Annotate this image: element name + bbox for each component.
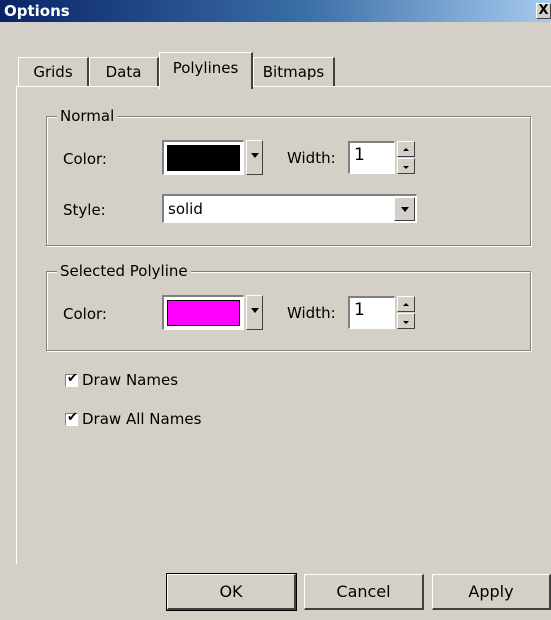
checkmark-icon: ✔ — [67, 371, 78, 386]
ok-button[interactable]: OK — [166, 573, 297, 611]
normal-style-label: Style: — [63, 201, 106, 219]
normal-color-dropdown-button[interactable] — [246, 140, 263, 175]
normal-group-title: Normal — [57, 107, 118, 125]
normal-color-swatch — [167, 145, 240, 171]
tab-label: Polylines — [172, 59, 239, 77]
apply-button[interactable]: Apply — [432, 574, 551, 610]
tab-grids[interactable]: Grids — [18, 57, 89, 87]
window-title: Options — [4, 2, 70, 20]
normal-width-label: Width: — [287, 149, 336, 167]
normal-style-value: solid — [168, 200, 203, 218]
selected-color-label: Color: — [63, 305, 107, 323]
close-icon: X — [538, 3, 549, 18]
selected-group-title: Selected Polyline — [57, 262, 191, 280]
selected-width-label: Width: — [287, 304, 336, 322]
selected-width-down-button[interactable] — [397, 313, 415, 329]
spin-up-icon — [403, 303, 409, 306]
normal-width-field[interactable]: 1 — [348, 141, 395, 174]
draw-names-label[interactable]: Draw Names — [82, 371, 178, 389]
normal-width-up-button[interactable] — [397, 141, 415, 157]
normal-style-select[interactable]: solid — [162, 194, 417, 223]
chevron-down-icon — [250, 308, 259, 313]
tab-label: Bitmaps — [262, 63, 325, 81]
tab-bitmaps[interactable]: Bitmaps — [253, 57, 335, 87]
title-bar[interactable]: Options X — [0, 0, 551, 22]
spin-down-icon — [403, 166, 409, 169]
options-dialog: Options X Grids Data Polylines Bitmaps N… — [0, 0, 551, 620]
normal-width-down-button[interactable] — [397, 158, 415, 174]
tab-polylines[interactable]: Polylines — [159, 52, 253, 89]
normal-color-label: Color: — [63, 150, 107, 168]
selected-color-swatch — [167, 300, 240, 326]
draw-all-names-checkbox[interactable]: ✔ — [65, 410, 78, 426]
normal-groupbox: Normal — [46, 107, 531, 246]
selected-width-field[interactable]: 1 — [348, 296, 395, 329]
spin-up-icon — [403, 148, 409, 151]
style-dropdown-button[interactable] — [394, 197, 415, 221]
checkmark-icon: ✔ — [67, 410, 78, 425]
draw-all-names-label[interactable]: Draw All Names — [82, 410, 201, 428]
spin-down-icon — [403, 321, 409, 324]
tab-label: Grids — [33, 63, 73, 81]
selected-color-picker[interactable] — [162, 295, 244, 330]
chevron-down-icon — [250, 153, 259, 158]
chevron-down-icon — [400, 207, 409, 212]
selected-width-up-button[interactable] — [397, 296, 415, 312]
draw-names-checkbox[interactable]: ✔ — [65, 371, 78, 387]
normal-color-picker[interactable] — [162, 140, 244, 175]
selected-width-value: 1 — [354, 300, 365, 320]
selected-color-dropdown-button[interactable] — [246, 295, 263, 330]
normal-width-value: 1 — [354, 145, 365, 165]
tab-label: Data — [105, 63, 142, 81]
close-button[interactable]: X — [536, 3, 551, 19]
tab-data[interactable]: Data — [89, 57, 159, 87]
cancel-button[interactable]: Cancel — [304, 574, 424, 610]
